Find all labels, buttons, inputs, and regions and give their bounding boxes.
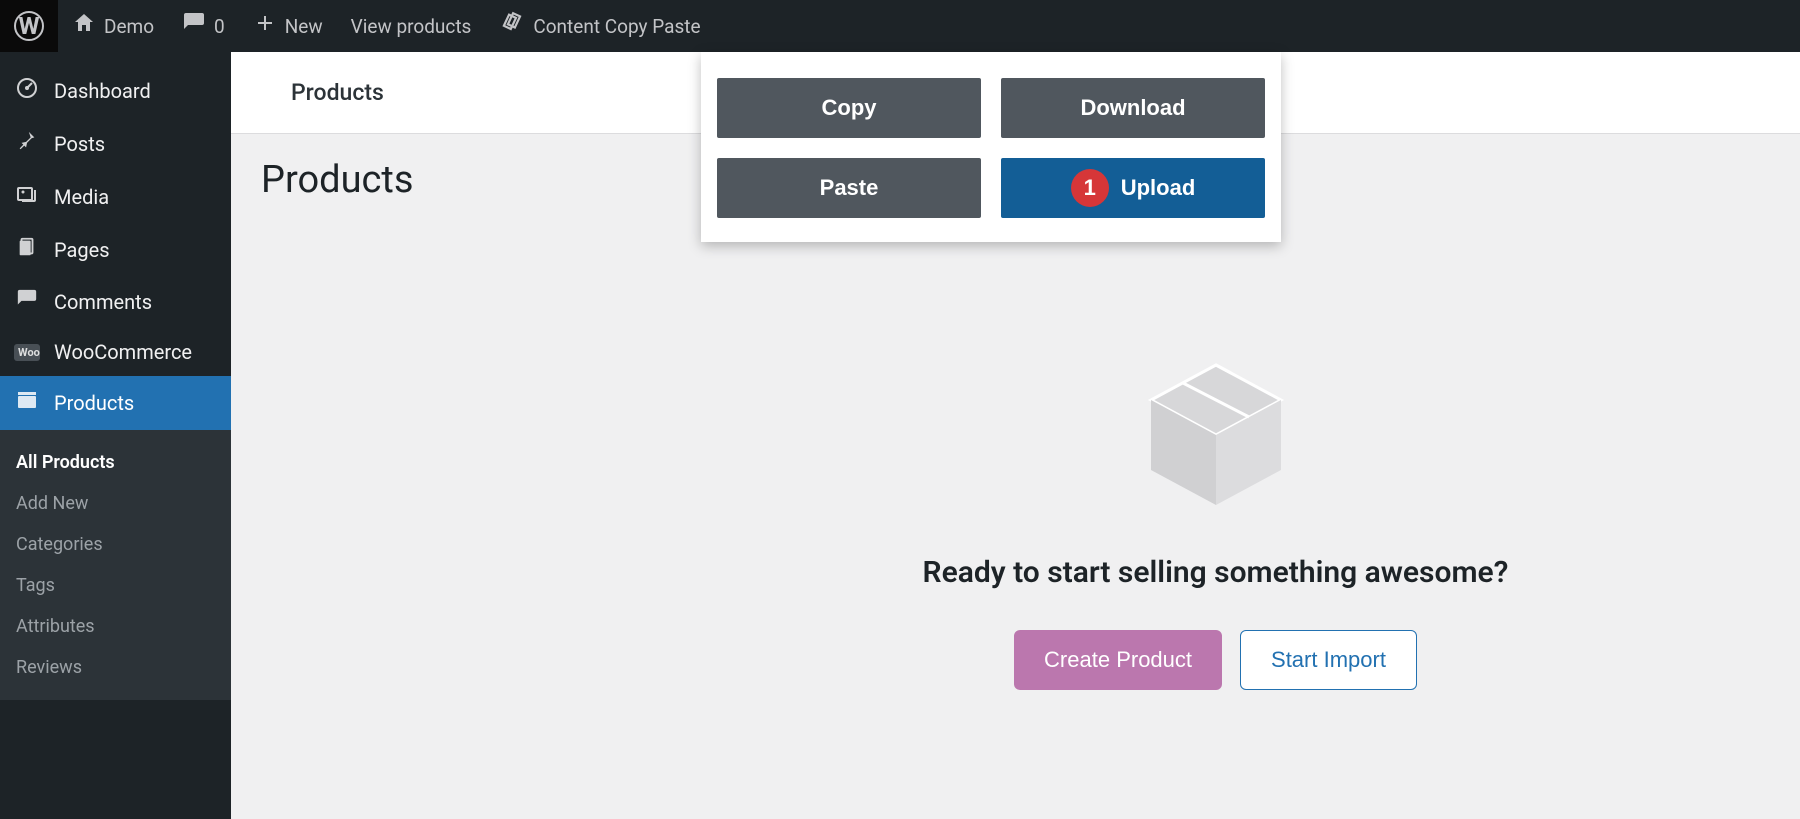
submenu-categories[interactable]: Categories	[0, 524, 231, 565]
sidebar-item-dashboard[interactable]: Dashboard	[0, 64, 231, 118]
sidebar-item-woocommerce[interactable]: Woo WooCommerce	[0, 328, 231, 376]
upload-button[interactable]: 1 Upload	[1001, 158, 1265, 218]
submenu-reviews[interactable]: Reviews	[0, 647, 231, 688]
home-icon	[72, 11, 96, 41]
copy-paste-dropdown: Copy Download Paste 1 Upload	[701, 52, 1281, 242]
dashboard-icon	[14, 76, 40, 106]
sidebar-item-pages[interactable]: Pages	[0, 224, 231, 276]
new-label: New	[285, 15, 323, 38]
sidebar-item-label: Media	[54, 185, 109, 209]
site-home-link[interactable]: Demo	[58, 0, 168, 52]
comment-icon	[182, 11, 206, 41]
products-icon	[14, 388, 40, 418]
site-name: Demo	[104, 15, 154, 38]
sidebar-item-label: Pages	[54, 238, 110, 262]
sidebar-item-label: Posts	[54, 132, 105, 156]
submenu-add-new[interactable]: Add New	[0, 483, 231, 524]
sidebar-item-label: WooCommerce	[54, 340, 192, 364]
pin-icon	[14, 130, 40, 158]
upload-label: Upload	[1121, 175, 1196, 201]
start-import-button[interactable]: Start Import	[1240, 630, 1417, 690]
admin-topbar: W Demo 0 New View products Content Copy …	[0, 0, 1800, 52]
copy-button[interactable]: Copy	[717, 78, 981, 138]
sidebar-item-label: Products	[54, 391, 134, 415]
view-products-label: View products	[351, 15, 472, 38]
sidebar-item-comments[interactable]: Comments	[0, 276, 231, 328]
view-products-link[interactable]: View products	[337, 0, 486, 52]
empty-box-icon	[1131, 355, 1301, 515]
empty-state-heading: Ready to start selling something awesome…	[923, 555, 1509, 590]
main-container: Dashboard Posts Media Pages Comments	[0, 52, 1800, 819]
new-content-link[interactable]: New	[239, 0, 337, 52]
comments-link[interactable]: 0	[168, 0, 239, 52]
upload-badge: 1	[1071, 169, 1109, 207]
admin-sidebar: Dashboard Posts Media Pages Comments	[0, 52, 231, 819]
woocommerce-icon: Woo	[14, 344, 40, 361]
download-button[interactable]: Download	[1001, 78, 1265, 138]
tags-icon	[495, 7, 530, 46]
pages-icon	[14, 236, 40, 264]
sidebar-item-posts[interactable]: Posts	[0, 118, 231, 170]
sidebar-item-label: Dashboard	[54, 79, 151, 103]
products-empty-state: Ready to start selling something awesome…	[231, 226, 1800, 819]
plus-icon	[253, 11, 277, 41]
submenu-tags[interactable]: Tags	[0, 565, 231, 606]
wp-logo-icon: W	[14, 11, 44, 41]
wp-logo-menu[interactable]: W	[0, 0, 58, 52]
cta-buttons: Create Product Start Import	[1014, 630, 1417, 690]
sidebar-item-label: Comments	[54, 290, 152, 314]
products-submenu: All Products Add New Categories Tags Att…	[0, 430, 231, 700]
sidebar-item-products[interactable]: Products	[0, 376, 231, 430]
content-copy-paste-menu[interactable]: Content Copy Paste	[485, 0, 714, 52]
submenu-attributes[interactable]: Attributes	[0, 606, 231, 647]
main-content: Products Products Ready to start selling…	[231, 52, 1800, 819]
paste-button[interactable]: Paste	[717, 158, 981, 218]
tab-products[interactable]: Products	[261, 69, 414, 116]
content-copy-paste-label: Content Copy Paste	[533, 15, 700, 38]
sidebar-item-media[interactable]: Media	[0, 170, 231, 224]
comments-count: 0	[214, 15, 225, 38]
create-product-button[interactable]: Create Product	[1014, 630, 1222, 690]
submenu-all-products[interactable]: All Products	[0, 442, 231, 483]
media-icon	[14, 182, 40, 212]
comment-icon	[14, 288, 40, 316]
